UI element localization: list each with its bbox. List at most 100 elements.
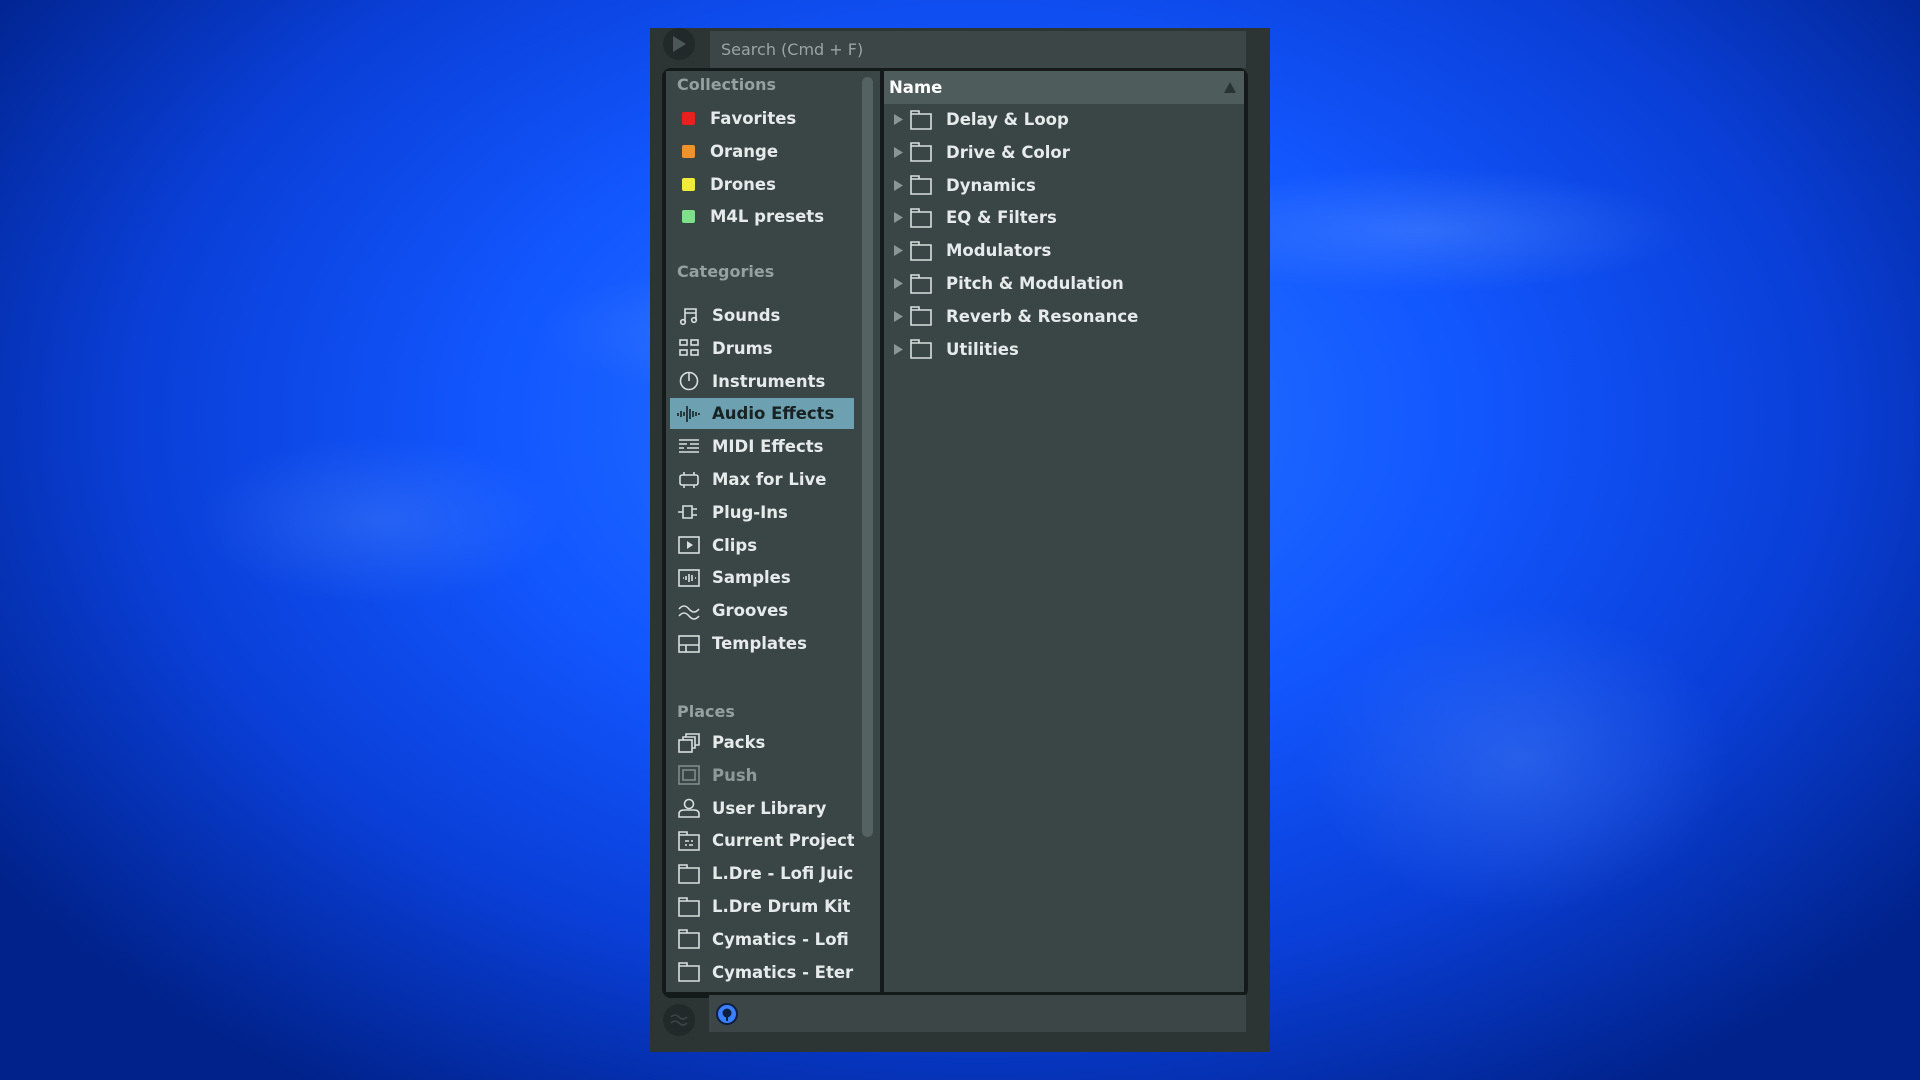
expand-arrow-icon[interactable]: [886, 114, 910, 125]
expand-arrow-icon[interactable]: [886, 212, 910, 224]
color-swatch: [682, 112, 695, 125]
color-swatch: [682, 144, 695, 158]
place-item-label: L.Dre - Lofi Juice: [712, 864, 854, 884]
collection-item-label: M4L presets: [710, 207, 825, 227]
sidebar-item-sounds[interactable]: Sounds: [670, 300, 854, 331]
folder-icon: [676, 895, 702, 919]
place-item-label: Current Project: [712, 831, 854, 851]
sidebar-item-label: Clips: [712, 535, 758, 555]
play-icon: [673, 36, 686, 52]
folder-row[interactable]: Pitch & Modulation: [884, 268, 1244, 299]
place-item[interactable]: L.Dre - Lofi Juice: [670, 858, 854, 889]
expand-arrow-icon[interactable]: [886, 278, 910, 289]
sidebar-item-label: Sounds: [712, 306, 781, 325]
place-item[interactable]: Packs: [670, 727, 854, 758]
sample-wave-icon: [676, 566, 702, 590]
folder-icon: [910, 173, 938, 197]
folder-icon: [676, 862, 702, 886]
collection-item-label: Drones: [710, 174, 776, 194]
name-column-label: Name: [889, 78, 943, 97]
folder-icon: [910, 206, 938, 230]
color-swatch: [682, 177, 695, 191]
folder-row[interactable]: Modulators: [884, 235, 1244, 266]
sidebar-item-label: MIDI Effects: [712, 437, 824, 457]
folder-icon: [910, 140, 938, 164]
sidebar-item-grooves[interactable]: Grooves: [670, 595, 854, 626]
collection-item-label: Favorites: [710, 109, 797, 128]
folder-row[interactable]: Reverb & Resonance: [884, 301, 1244, 332]
folder-icon: [676, 960, 702, 984]
folder-label: Reverb & Resonance: [946, 306, 1139, 326]
folder-icon: [910, 239, 938, 263]
collection-item[interactable]: M4L presets: [670, 201, 854, 232]
sidebar-item-label: Plug-Ins: [712, 502, 788, 522]
sidebar-item-label: Audio Effects: [712, 404, 835, 424]
place-item[interactable]: Current Project: [670, 825, 854, 856]
collection-item-label: Orange: [710, 141, 779, 161]
place-item[interactable]: Cymatics - Lofi T: [670, 924, 854, 955]
packs-icon: [676, 731, 702, 755]
place-item-label: Packs: [712, 733, 766, 752]
folder-label: Utilities: [946, 339, 1019, 359]
expand-arrow-icon[interactable]: [886, 343, 910, 355]
project-folder-icon: [676, 829, 702, 853]
music-note-icon: [676, 304, 702, 328]
sidebar-item-audio-effects[interactable]: Audio Effects: [670, 398, 854, 430]
place-item[interactable]: Push: [670, 760, 854, 791]
sidebar-scrollbar[interactable]: [862, 77, 873, 837]
hotswap-button[interactable]: [716, 1003, 738, 1025]
places-title: Places: [677, 702, 735, 721]
place-item-label: Push: [712, 765, 758, 785]
folder-icon: [676, 927, 702, 951]
folder-label: Dynamics: [946, 175, 1036, 195]
place-item[interactable]: User Library: [670, 793, 854, 824]
sidebar-item-midi-effects[interactable]: MIDI Effects: [670, 431, 854, 462]
midi-lines-icon: [676, 435, 702, 459]
push-icon: [676, 763, 702, 787]
collection-item[interactable]: Favorites: [670, 103, 854, 134]
place-item[interactable]: L.Dre Drum Kit V: [670, 891, 854, 922]
folder-row[interactable]: Delay & Loop: [884, 104, 1244, 135]
clip-play-icon: [676, 533, 702, 557]
place-item-label: Cymatics - Etern: [712, 962, 854, 982]
folder-row[interactable]: Dynamics: [884, 170, 1244, 201]
sidebar-item-drums[interactable]: Drums: [670, 333, 854, 364]
folder-label: EQ & Filters: [946, 208, 1057, 228]
sidebar-item-label: Drums: [712, 338, 773, 358]
sidebar-item-max-for-live[interactable]: Max for Live: [670, 464, 854, 495]
folder-label: Modulators: [946, 241, 1052, 261]
expand-arrow-icon[interactable]: [886, 179, 910, 191]
sidebar-item-label: Grooves: [712, 601, 789, 621]
preview-play-button[interactable]: [663, 28, 695, 60]
expand-arrow-icon[interactable]: [886, 146, 910, 158]
folder-icon: [910, 108, 938, 132]
folder-row[interactable]: EQ & Filters: [884, 202, 1244, 233]
folder-row[interactable]: Drive & Color: [884, 137, 1244, 168]
place-item-label: L.Dre Drum Kit V: [712, 897, 854, 916]
sidebar-item-plug-ins[interactable]: Plug-Ins: [670, 497, 854, 528]
groove-wave-icon: [676, 599, 702, 623]
color-swatch: [682, 210, 695, 224]
folder-row[interactable]: Utilities: [884, 334, 1244, 365]
user-icon: [676, 796, 702, 820]
sidebar-item-clips[interactable]: Clips: [670, 530, 854, 561]
max-for-live-icon: [676, 468, 702, 492]
collection-item[interactable]: Orange: [670, 136, 854, 167]
sidebar-item-samples[interactable]: Samples: [670, 562, 854, 593]
place-item[interactable]: Cymatics - Etern: [670, 957, 854, 988]
collection-item[interactable]: Drones: [670, 169, 854, 200]
waveform-icon: [676, 402, 702, 426]
folder-label: Drive & Color: [946, 142, 1070, 162]
plug-icon: [676, 500, 702, 524]
name-column-header[interactable]: Name: [884, 71, 1244, 104]
info-bar: [709, 995, 1246, 1032]
expand-arrow-icon[interactable]: [886, 245, 910, 257]
folder-icon: [910, 304, 938, 328]
sidebar-item-instruments[interactable]: Instruments: [670, 366, 854, 397]
template-icon: [676, 632, 702, 656]
sidebar-item-templates[interactable]: Templates: [670, 628, 854, 659]
search-input[interactable]: [710, 31, 1246, 68]
sort-ascending-icon[interactable]: [1224, 82, 1236, 93]
groove-pool-button[interactable]: [663, 1004, 695, 1036]
expand-arrow-icon[interactable]: [886, 310, 910, 322]
